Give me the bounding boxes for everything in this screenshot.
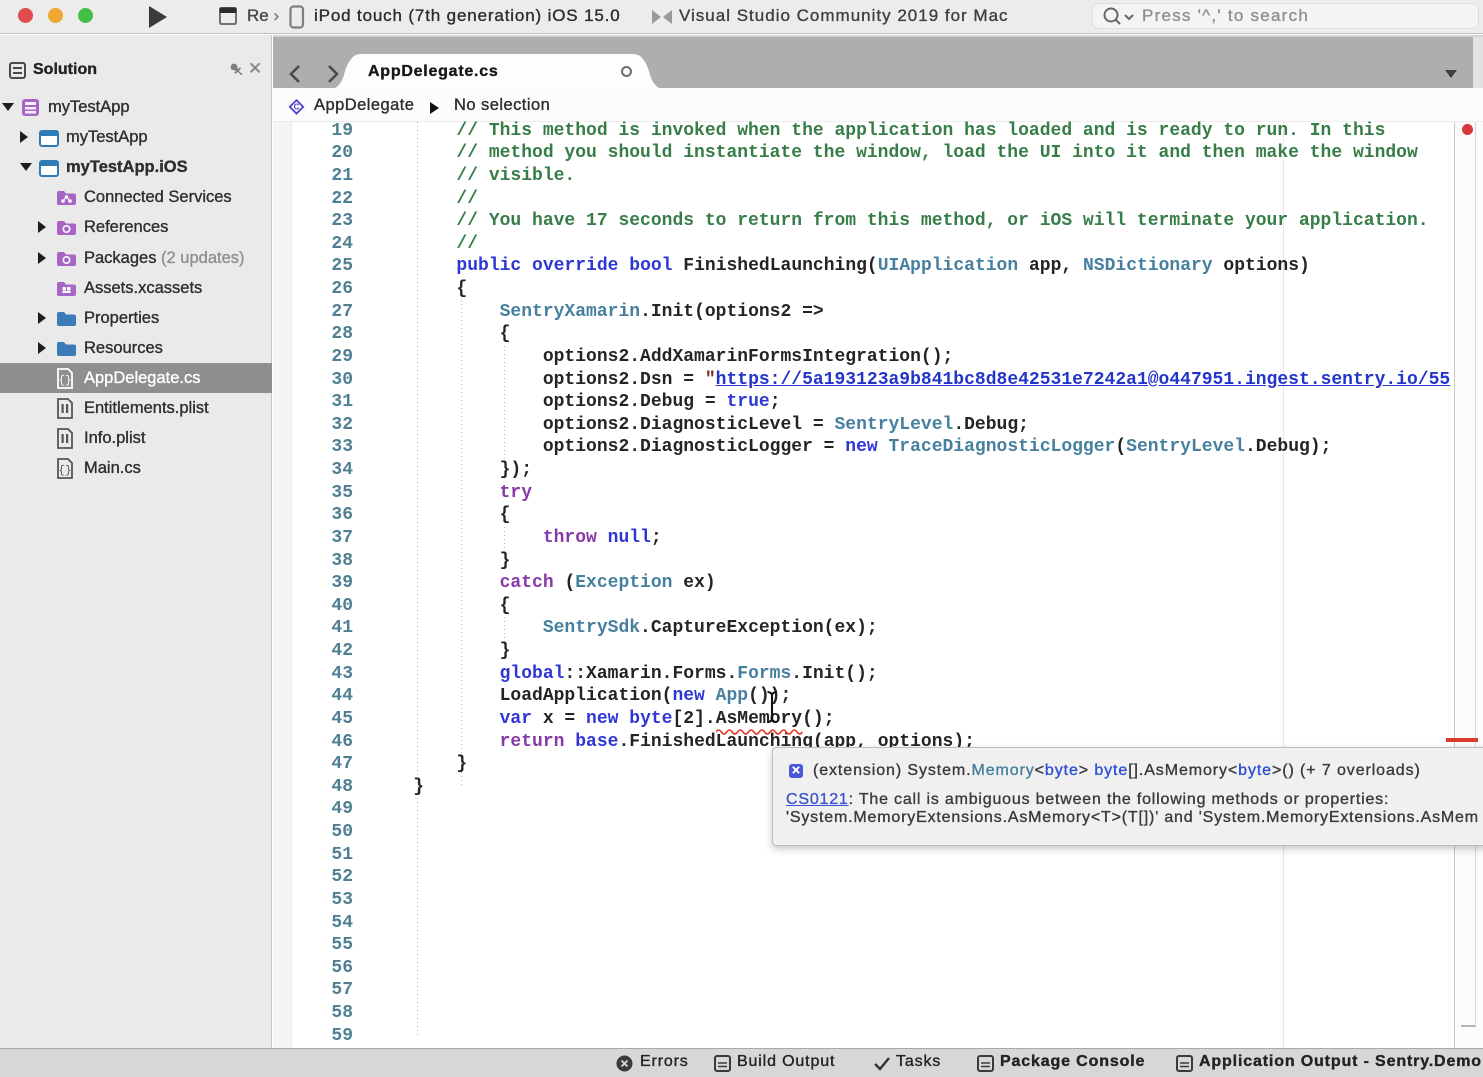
svg-text:{}: {}	[58, 375, 71, 387]
svg-text:C: C	[294, 103, 300, 112]
svg-text:{}: {}	[58, 465, 71, 477]
